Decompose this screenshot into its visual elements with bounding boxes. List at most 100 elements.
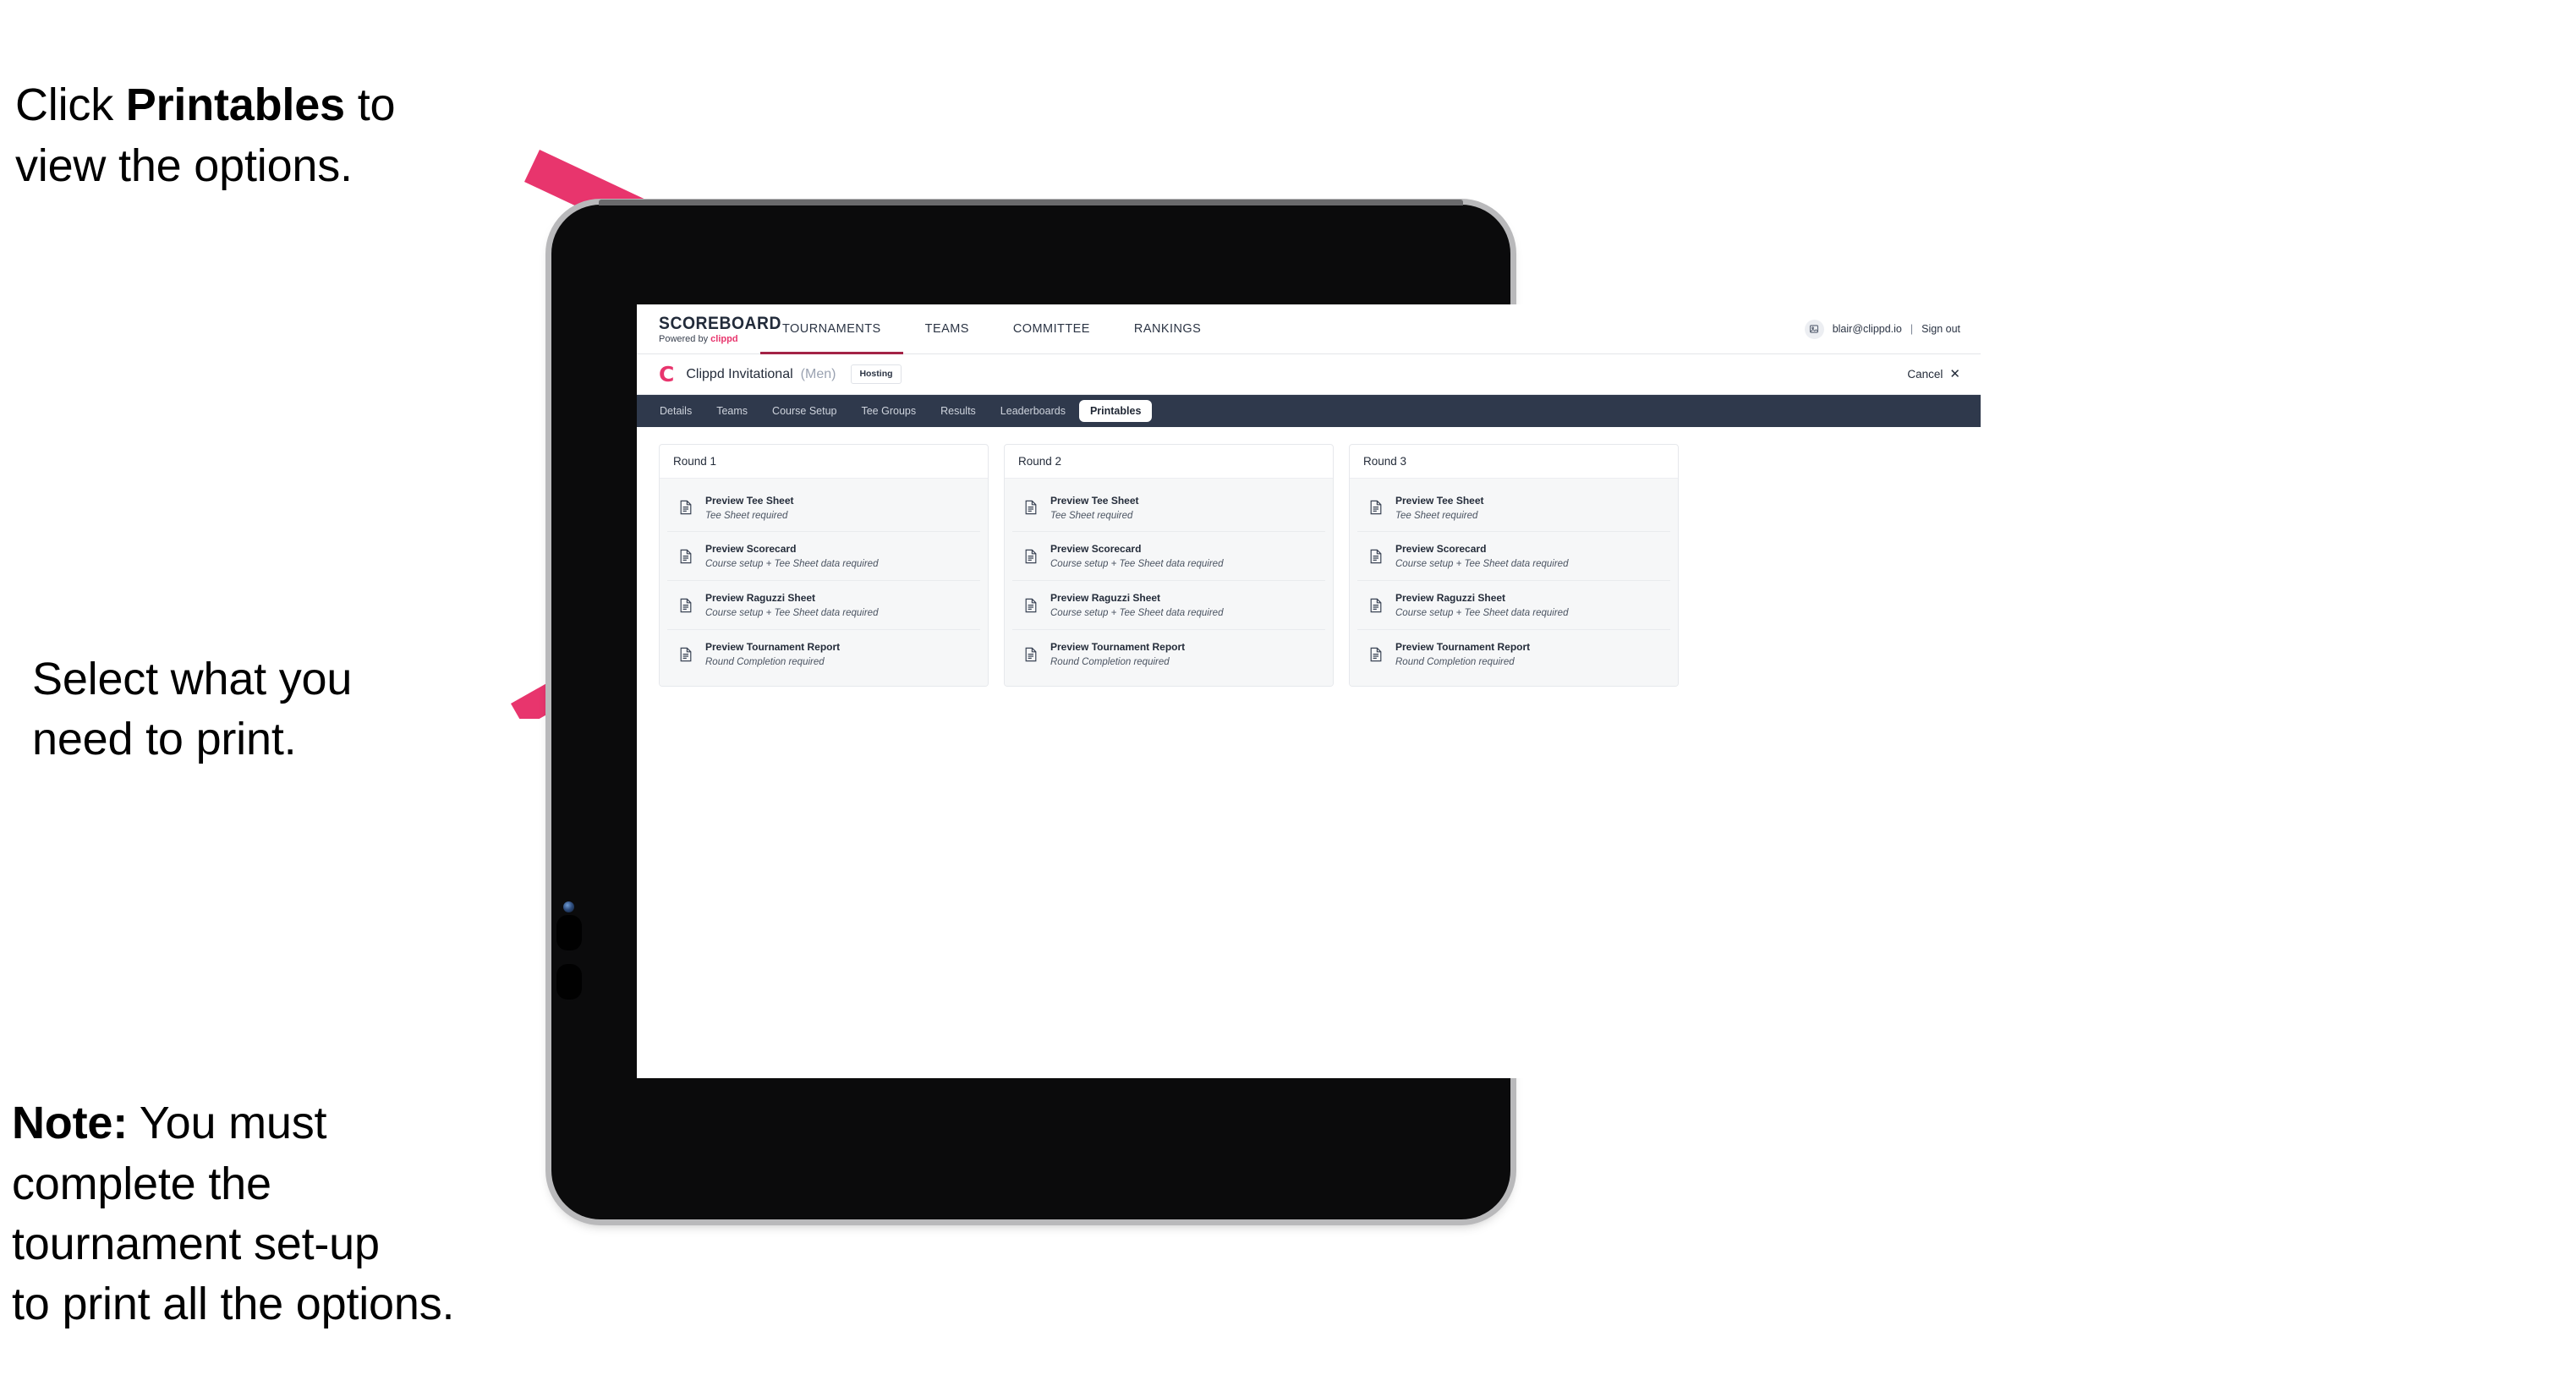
document-icon: [677, 646, 694, 663]
print-item-title: Preview Raguzzi Sheet: [1050, 592, 1161, 605]
tablet-volume-down-button[interactable]: [556, 964, 582, 1000]
tab-printables[interactable]: Printables: [1078, 399, 1153, 423]
print-item-subtitle: Course setup + Tee Sheet data required: [1395, 608, 1569, 619]
print-item-text: Preview Tournament Report Round Completi…: [705, 639, 840, 669]
print-item-text: Preview Scorecard Course setup + Tee She…: [705, 541, 878, 571]
document-icon: [677, 548, 694, 565]
print-item-text: Preview Tournament Report Round Completi…: [1395, 639, 1530, 669]
document-icon: [1022, 597, 1039, 614]
tab-leaderboards[interactable]: Leaderboards: [989, 400, 1077, 423]
print-item-title: Preview Tournament Report: [705, 641, 841, 654]
print-item-title: Preview Scorecard: [1050, 543, 1142, 556]
print-item-subtitle: Course setup + Tee Sheet data required: [1050, 559, 1224, 570]
cancel-label: Cancel: [1907, 368, 1943, 381]
print-item-subtitle: Round Completion required: [705, 657, 825, 668]
print-item-raguzzi-sheet[interactable]: Preview Raguzzi Sheet Course setup + Tee…: [1012, 581, 1325, 631]
print-item-text: Preview Raguzzi Sheet Course setup + Tee…: [705, 590, 878, 620]
user-email-label: blair@clippd.io: [1832, 323, 1902, 335]
nav-item-teams[interactable]: TEAMS: [903, 304, 991, 353]
print-item-title: Preview Tournament Report: [1395, 641, 1531, 654]
tab-teams[interactable]: Teams: [705, 400, 759, 423]
print-item-subtitle: Course setup + Tee Sheet data required: [1395, 559, 1569, 570]
user-avatar-icon[interactable]: [1804, 319, 1824, 339]
print-item-subtitle: Tee Sheet required: [705, 510, 788, 521]
powered-by-text: Powered by: [659, 333, 711, 344]
print-item-raguzzi-sheet[interactable]: Preview Raguzzi Sheet Course setup + Tee…: [1357, 581, 1670, 631]
print-item-subtitle: Course setup + Tee Sheet data required: [705, 608, 879, 619]
tablet-volume-up-button[interactable]: [556, 915, 582, 950]
print-item-tournament-report[interactable]: Preview Tournament Report Round Completi…: [1357, 630, 1670, 679]
tab-course-setup[interactable]: Course Setup: [761, 400, 847, 423]
print-item-text: Preview Tee Sheet Tee Sheet required: [1395, 493, 1484, 523]
print-item-scorecard[interactable]: Preview Scorecard Course setup + Tee She…: [667, 532, 980, 582]
document-icon: [1022, 548, 1039, 565]
tab-tee-groups[interactable]: Tee Groups: [850, 400, 927, 423]
tablet-device-frame: SCOREBOARD Powered by clippd TOURNAMENTS…: [551, 200, 1981, 1219]
print-item-text: Preview Raguzzi Sheet Course setup + Tee…: [1395, 590, 1568, 620]
browser-viewport: SCOREBOARD Powered by clippd TOURNAMENTS…: [637, 304, 1981, 1078]
app-header: SCOREBOARD Powered by clippd TOURNAMENTS…: [637, 304, 1981, 354]
round-1-title: Round 1: [660, 445, 988, 479]
print-item-scorecard[interactable]: Preview Scorecard Course setup + Tee She…: [1357, 532, 1670, 582]
document-icon: [1367, 548, 1384, 565]
brand-title: SCOREBOARD: [659, 313, 782, 333]
print-item-text: Preview Scorecard Course setup + Tee She…: [1395, 541, 1568, 571]
document-icon: [1367, 499, 1384, 516]
tab-details[interactable]: Details: [649, 400, 703, 423]
round-2-title: Round 2: [1005, 445, 1333, 479]
print-item-tee-sheet[interactable]: Preview Tee Sheet Tee Sheet required: [667, 483, 980, 533]
round-3-title: Round 3: [1350, 445, 1678, 479]
print-item-scorecard[interactable]: Preview Scorecard Course setup + Tee She…: [1012, 532, 1325, 582]
print-item-tournament-report[interactable]: Preview Tournament Report Round Completi…: [667, 630, 980, 679]
print-item-text: Preview Tee Sheet Tee Sheet required: [705, 493, 794, 523]
sign-out-link[interactable]: Sign out: [1921, 323, 1960, 335]
print-item-subtitle: Round Completion required: [1050, 657, 1170, 668]
print-item-title: Preview Tee Sheet: [1395, 494, 1484, 507]
print-item-title: Preview Tee Sheet: [705, 494, 794, 507]
document-icon: [1367, 646, 1384, 663]
print-item-title: Preview Scorecard: [705, 543, 797, 556]
tutorial-slide: Click Printables to view the options. Se…: [0, 0, 2576, 1386]
tab-results[interactable]: Results: [929, 400, 987, 423]
print-item-text: Preview Tournament Report Round Completi…: [1050, 639, 1185, 669]
print-item-subtitle: Round Completion required: [1395, 657, 1515, 668]
document-icon: [1022, 646, 1039, 663]
nav-item-committee[interactable]: COMMITTEE: [991, 304, 1112, 353]
print-item-subtitle: Tee Sheet required: [1050, 510, 1133, 521]
clippd-logo-icon: C: [659, 362, 675, 386]
header-separator: |: [1910, 323, 1914, 335]
round-card-1: Round 1 Preview Tee Sheet Tee Sheet requ…: [659, 444, 989, 688]
print-item-tee-sheet[interactable]: Preview Tee Sheet Tee Sheet required: [1012, 483, 1325, 533]
printables-rounds-grid: Round 1 Preview Tee Sheet Tee Sheet requ…: [637, 427, 1981, 688]
print-item-subtitle: Tee Sheet required: [1395, 510, 1478, 521]
cancel-button[interactable]: Cancel ✕: [1907, 368, 1960, 381]
round-card-3: Round 3 Preview Tee Sheet Tee Sheet requ…: [1349, 444, 1679, 688]
print-item-title: Preview Tee Sheet: [1050, 494, 1139, 507]
nav-item-tournaments[interactable]: TOURNAMENTS: [760, 304, 903, 354]
scoreboard-logo[interactable]: SCOREBOARD Powered by clippd: [637, 313, 782, 344]
round-card-2: Round 2 Preview Tee Sheet Tee Sheet requ…: [1004, 444, 1334, 688]
print-item-title: Preview Raguzzi Sheet: [1395, 592, 1506, 605]
print-item-tournament-report[interactable]: Preview Tournament Report Round Completi…: [1012, 630, 1325, 679]
tournament-tabs: Details Teams Course Setup Tee Groups Re…: [637, 395, 1981, 427]
annotation-select-to-print: Select what you need to print.: [32, 654, 353, 765]
print-item-subtitle: Course setup + Tee Sheet data required: [705, 559, 879, 570]
round-1-items: Preview Tee Sheet Tee Sheet required Pre…: [660, 478, 988, 687]
print-item-tee-sheet[interactable]: Preview Tee Sheet Tee Sheet required: [1357, 483, 1670, 533]
annotation-click-printables: Click Printables to view the options.: [15, 15, 556, 196]
print-item-title: Preview Scorecard: [1395, 543, 1487, 556]
document-icon: [677, 499, 694, 516]
nav-item-rankings[interactable]: RANKINGS: [1112, 304, 1223, 353]
annotation-1-bold: Printables: [125, 79, 345, 131]
brand-subtitle: Powered by clippd: [659, 333, 760, 344]
tournament-gender: (Men): [800, 366, 836, 381]
document-icon: [1022, 499, 1039, 516]
round-3-items: Preview Tee Sheet Tee Sheet required Pre…: [1350, 478, 1678, 687]
annotation-1-before: Click: [15, 79, 126, 131]
clippd-wordmark: clippd: [710, 333, 738, 344]
print-item-raguzzi-sheet[interactable]: Preview Raguzzi Sheet Course setup + Tee…: [667, 581, 980, 631]
print-item-title: Preview Raguzzi Sheet: [705, 592, 816, 605]
main-navigation: TOURNAMENTS TEAMS COMMITTEE RANKINGS: [760, 304, 1223, 354]
annotation-3-bold: Note:: [12, 1098, 128, 1149]
print-item-subtitle: Course setup + Tee Sheet data required: [1050, 608, 1224, 619]
